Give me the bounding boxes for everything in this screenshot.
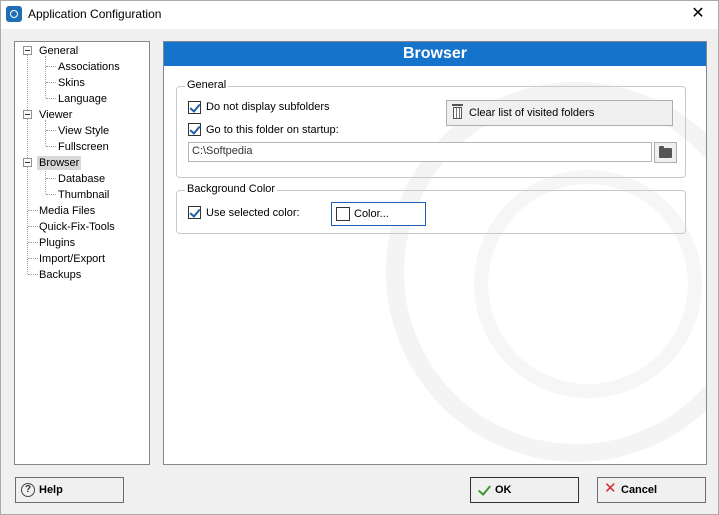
tree-item-media-files[interactable]: Media Files — [39, 204, 95, 218]
collapse-icon[interactable] — [23, 46, 32, 55]
tree-connector — [46, 178, 56, 179]
tree-connector — [46, 82, 56, 83]
tree-connector — [28, 258, 38, 259]
clear-visited-folders-label: Clear list of visited folders — [469, 107, 595, 119]
page-title: Browser — [164, 42, 706, 66]
ok-button[interactable]: OK — [470, 477, 579, 503]
tree-item-fullscreen[interactable]: Fullscreen — [58, 140, 109, 154]
tree-connector — [46, 66, 56, 67]
window-title: Application Configuration — [28, 7, 162, 21]
collapse-icon[interactable] — [23, 110, 32, 119]
color-button-label: Color... — [354, 208, 389, 220]
startup-folder-input[interactable]: C:\Softpedia — [188, 142, 652, 162]
close-icon[interactable]: ✕ — [688, 5, 708, 25]
help-button[interactable]: ? Help — [15, 477, 124, 503]
group-legend: General — [185, 79, 229, 91]
use-color-label: Use selected color: — [206, 207, 300, 219]
tree-connector — [45, 120, 46, 146]
tree-item-skins[interactable]: Skins — [58, 76, 85, 90]
goto-folder-checkbox[interactable] — [188, 123, 201, 136]
app-icon — [6, 6, 22, 22]
tree-connector — [28, 226, 38, 227]
collapse-icon[interactable] — [23, 158, 32, 167]
trash-icon — [452, 104, 463, 119]
tree-item-import-export[interactable]: Import/Export — [39, 252, 105, 266]
cancel-icon: ✕ — [604, 480, 617, 497]
tree-connector — [45, 168, 46, 194]
tree-item-general[interactable]: General — [39, 44, 78, 58]
title-bar: Application Configuration ✕ — [1, 1, 718, 29]
help-icon: ? — [21, 483, 35, 497]
tree-connector — [46, 194, 56, 195]
help-label: Help — [39, 484, 63, 496]
no-subfolders-checkbox[interactable] — [188, 101, 201, 114]
app-window: Application Configuration ✕ General Asso… — [0, 0, 719, 515]
settings-tree: General Associations Skins Language View… — [14, 41, 150, 465]
goto-folder-label: Go to this folder on startup: — [206, 124, 339, 136]
tree-item-backups[interactable]: Backups — [39, 268, 81, 282]
clear-visited-folders-button[interactable]: Clear list of visited folders — [446, 100, 673, 126]
tree-item-view-style[interactable]: View Style — [58, 124, 109, 138]
tree-item-language[interactable]: Language — [58, 92, 107, 106]
tree-item-quick-fix-tools[interactable]: Quick-Fix-Tools — [39, 220, 115, 234]
browse-folder-button[interactable] — [654, 142, 677, 163]
tree-connector — [28, 274, 38, 275]
tree-connector — [45, 56, 46, 98]
color-swatch — [336, 207, 350, 221]
tree-connector — [28, 242, 38, 243]
tree-item-browser[interactable]: Browser — [37, 156, 82, 170]
checkmark-icon — [477, 483, 491, 497]
tree-item-viewer[interactable]: Viewer — [39, 108, 72, 122]
tree-connector — [46, 130, 56, 131]
tree-item-database[interactable]: Database — [58, 172, 105, 186]
tree-item-thumbnail[interactable]: Thumbnail — [58, 188, 109, 202]
tree-item-associations[interactable]: Associations — [58, 60, 120, 74]
background-color-group: Background Color Use selected color: Col… — [176, 183, 686, 234]
group-legend: Background Color — [185, 183, 278, 195]
cancel-button[interactable]: ✕ Cancel — [597, 477, 706, 503]
general-group: General Do not display subfolders Go to … — [176, 79, 686, 178]
tree-connector — [46, 98, 56, 99]
folder-icon — [659, 146, 672, 158]
cancel-label: Cancel — [621, 484, 658, 496]
tree-connector — [46, 146, 56, 147]
use-color-checkbox[interactable] — [188, 206, 201, 219]
tree-connector — [28, 210, 38, 211]
color-picker-button[interactable]: Color... — [331, 202, 426, 226]
settings-panel: Browser General Do not display subfolder… — [163, 41, 707, 465]
no-subfolders-label: Do not display subfolders — [206, 101, 330, 113]
tree-item-plugins[interactable]: Plugins — [39, 236, 75, 250]
ok-label: OK — [495, 484, 512, 496]
